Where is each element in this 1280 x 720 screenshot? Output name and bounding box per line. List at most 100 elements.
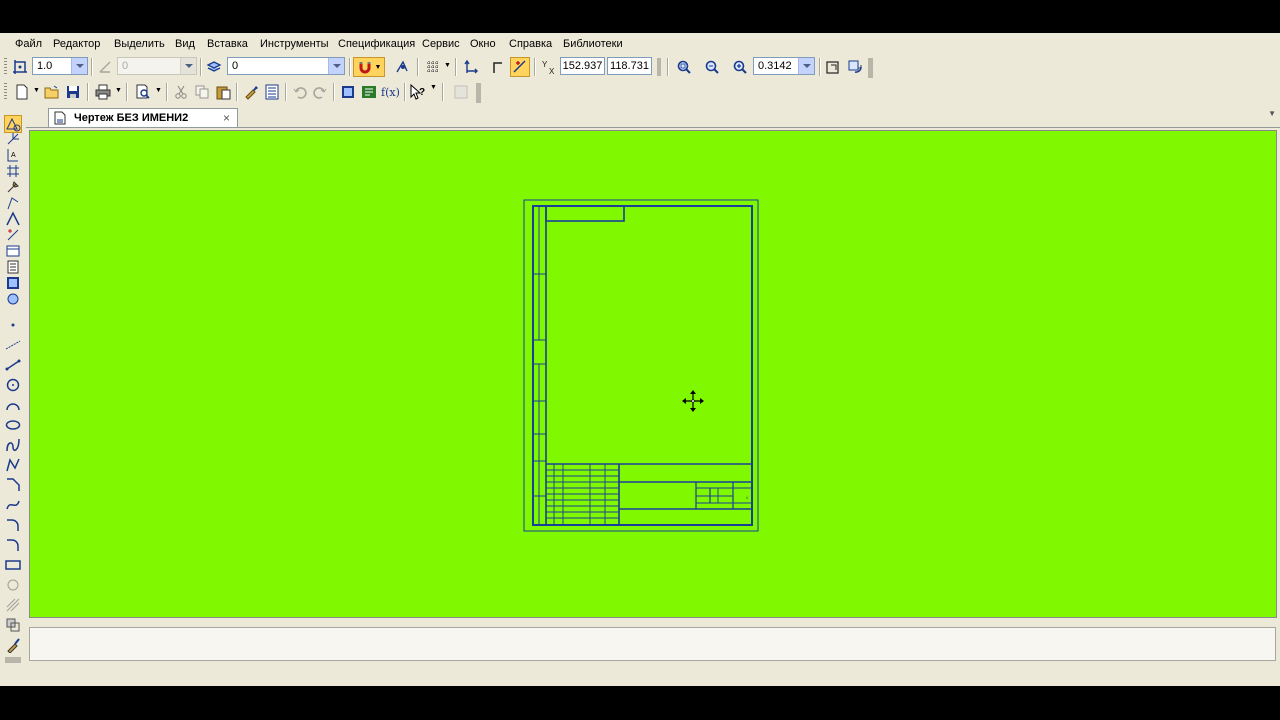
fillet-tool-icon[interactable] [5,517,21,533]
new-document-icon[interactable] [12,82,32,102]
variables-fx-icon[interactable]: f(x) [380,82,400,102]
dimensions-panel-icon[interactable] [5,131,21,147]
brush-tool-icon[interactable] [5,637,21,654]
measure-panel-icon[interactable] [5,195,21,211]
library-manager-icon[interactable] [359,82,379,102]
snap-toggle-button[interactable]: ▼ [353,57,385,77]
cut-icon[interactable] [171,82,191,102]
parametrization-panel-icon[interactable] [5,179,21,195]
layers-icon[interactable] [204,57,224,77]
print-icon[interactable] [93,82,113,102]
show-all-icon[interactable] [823,57,843,77]
current-layer-value: 0 [232,60,239,72]
toolbar-grip[interactable] [4,83,7,101]
polyline-tool-icon[interactable] [5,457,21,473]
parametric-mode-icon[interactable] [510,57,530,77]
local-snap-icon[interactable] [392,57,412,77]
redo-icon[interactable] [310,82,330,102]
menu-select[interactable]: Выделить [114,38,165,50]
document-tab[interactable]: Чертеж БЕЗ ИМЕНИ2 × [48,108,238,127]
current-state-toolbar: 1.0 0 0 ▼ ▼ Y X 152.937 118.731 0.3142 [0,55,880,79]
bezier-tool-icon[interactable] [5,497,21,513]
contour-tool-icon[interactable] [5,597,21,613]
fillet2-tool-icon[interactable] [5,537,21,553]
save-icon[interactable] [63,82,83,102]
menu-help[interactable]: Справка [509,38,552,50]
zoom-scale-select[interactable]: 0.3142 [753,57,815,75]
circle-tool-icon[interactable] [5,377,21,393]
arc-tool-icon[interactable] [5,397,21,413]
edit-panel-icon[interactable] [5,163,21,179]
menu-view[interactable]: Вид [175,38,195,50]
print-dropdown-icon[interactable]: ▼ [115,87,122,94]
context-help-icon[interactable]: ? [408,82,428,102]
angle-step-select: 0 [117,57,197,75]
rectangle-tool-icon[interactable] [5,557,21,573]
insert-panel-icon[interactable] [5,275,21,291]
auxiliary-line-icon[interactable] [5,337,21,353]
chevron-down-icon[interactable] [71,58,87,74]
chevron-down-icon[interactable] [328,58,344,74]
associative-views-icon[interactable] [5,227,21,243]
point-tool-icon[interactable] [5,317,21,333]
copy-icon[interactable] [192,82,212,102]
open-folder-icon[interactable] [42,82,62,102]
preview-dropdown-icon[interactable]: ▼ [155,87,162,94]
new-dropdown-icon[interactable]: ▼ [33,87,40,94]
sheet-inner-frame [532,205,753,526]
menu-window[interactable]: Окно [470,38,496,50]
fragment-panel-icon[interactable] [5,291,21,307]
properties-list-icon[interactable] [262,82,282,102]
cursor-step-select[interactable]: 1.0 [32,57,88,75]
menu-tools[interactable]: Инструменты [260,38,329,50]
paste-icon[interactable] [213,82,233,102]
menu-specification[interactable]: Спецификация [338,38,415,50]
equidistant-tool-icon[interactable] [5,617,21,633]
menu-service[interactable]: Сервис [422,38,460,50]
move-cursor-icon [682,390,704,412]
zoom-window-icon[interactable] [674,57,694,77]
coord-y-field[interactable]: 118.731 [607,57,652,75]
grid-icon[interactable] [423,57,443,77]
hatch-tool-icon[interactable] [5,577,21,593]
help-dropdown-icon[interactable]: ▼ [430,84,437,91]
local-coordinate-system-icon[interactable] [461,57,481,77]
toolbar-grip[interactable] [5,657,21,663]
undo-icon[interactable] [290,82,310,102]
svg-text:Y: Y [542,60,548,69]
menu-file[interactable]: Файл [15,38,42,50]
drawing-canvas[interactable]: // [29,130,1277,618]
zoom-dynamic-icon[interactable] [702,57,722,77]
refresh-view-icon[interactable] [845,57,865,77]
copy-properties-icon[interactable] [241,82,261,102]
designations-panel-icon[interactable]: A [5,147,21,163]
angle-step-value: 0 [122,60,129,72]
chamfer-tool-icon[interactable] [5,477,21,493]
spec-panel-icon[interactable] [5,243,21,259]
grid-dropdown-icon[interactable]: ▼ [444,62,451,69]
preview-icon[interactable] [133,82,153,102]
document-tabs: Чертеж БЕЗ ИМЕНИ2 × ▼ [26,106,1280,128]
toolbar-grip[interactable] [4,58,7,76]
step-cursor-icon[interactable] [10,57,30,77]
ellipse-tool-icon[interactable] [5,417,21,433]
svg-text:f(x): f(x) [381,86,399,99]
spline-tool-icon[interactable] [5,437,21,453]
coord-x-field[interactable]: 152.937 [560,57,605,75]
menu-insert[interactable]: Вставка [207,38,248,50]
menu-editor[interactable]: Редактор [53,38,100,50]
chevron-down-icon[interactable] [798,58,814,74]
reports-panel-icon[interactable] [5,259,21,275]
select-panel-icon[interactable] [5,211,21,227]
tabs-menu-chevron-icon[interactable]: ▼ [1268,109,1276,118]
magnet-icon [359,62,371,74]
document-tab-title: Чертеж БЕЗ ИМЕНИ2 [74,112,189,124]
manager-icon[interactable] [338,82,358,102]
menu-libraries[interactable]: Библиотеки [563,38,623,50]
current-layer-select[interactable]: 0 [227,57,345,75]
ortho-mode-icon[interactable] [488,57,508,77]
zoom-in-icon[interactable] [730,57,750,77]
angle-step-icon [95,57,115,77]
segment-tool-icon[interactable] [5,357,21,373]
close-icon[interactable]: × [223,111,230,125]
